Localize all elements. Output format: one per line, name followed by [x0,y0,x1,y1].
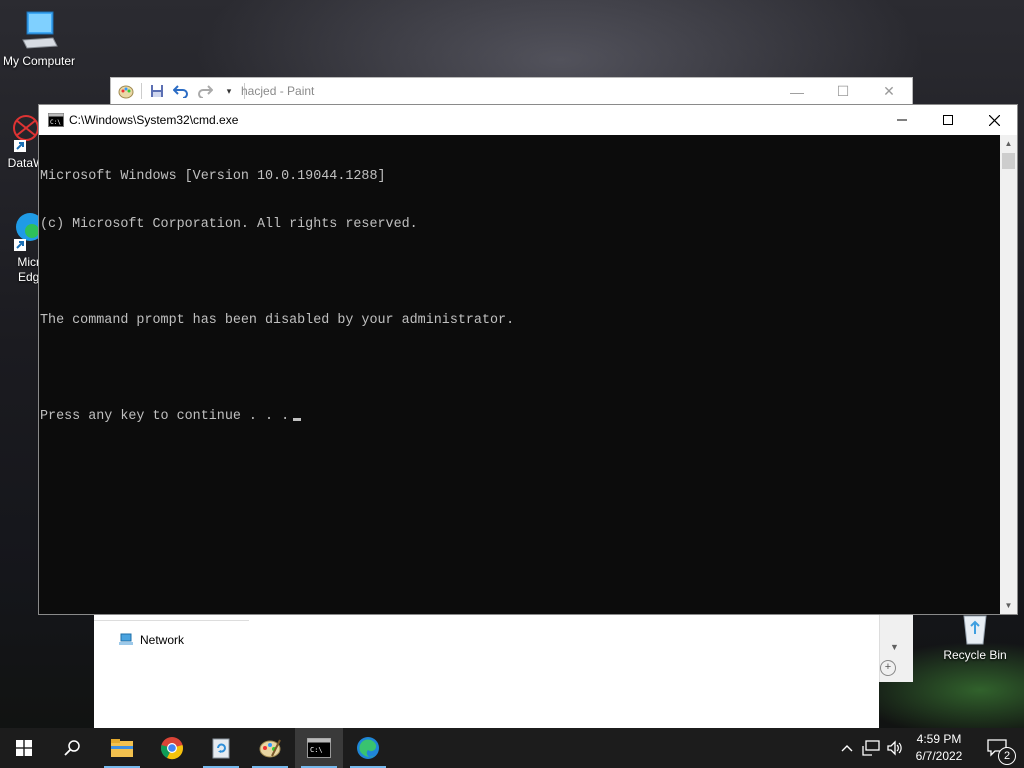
maximize-icon [943,115,953,125]
clock-date: 6/7/2022 [915,749,963,763]
show-hidden-icons-chevron-up-icon[interactable] [838,728,856,768]
network-label: Network [140,633,185,647]
cmd-minimize-button[interactable] [879,105,925,135]
paint-close-button[interactable]: ✕ [866,78,912,105]
volume-icon[interactable] [884,728,906,768]
system-clock[interactable]: 4:59 PM 6/7/2022 [906,731,972,765]
scroll-down-icon[interactable]: ▼ [1000,597,1017,614]
svg-text:C:\: C:\ [50,119,61,126]
text-cursor [293,418,302,421]
console-line: (c) Microsoft Corporation. All rights re… [40,217,418,232]
paint-maximize-button[interactable]: ☐ [820,78,866,105]
undo-icon[interactable] [172,82,190,100]
scroll-up-icon[interactable]: ▲ [1000,135,1017,152]
paint-minimize-button[interactable]: — [774,78,820,105]
desktop-icon-my-computer[interactable]: My Computer [0,10,78,68]
explorer-window-peek: Network [94,614,879,728]
edge-icon [357,737,379,759]
desktop-icon-label: My Computer [2,54,76,68]
explorer-divider [94,614,249,621]
cmd-scrollbar[interactable]: ▲ ▼ [1000,135,1017,614]
taskbar-chrome[interactable] [148,728,196,768]
search-icon [64,740,80,756]
paint-app-icon[interactable] [117,82,135,100]
cmd-icon: C:\ [307,738,331,758]
taskbar-cmd[interactable]: C:\ [295,728,343,768]
edge-icon [14,213,40,251]
network-icon [119,633,133,645]
nav-item-network[interactable]: Network [118,632,184,648]
paint-window-title: hacjed - Paint [241,84,315,98]
taskbar-file-explorer[interactable] [98,728,146,768]
search-button[interactable] [48,728,96,768]
explorer-scrollbar[interactable]: ▼ + [879,614,913,682]
cmd-titlebar[interactable]: C:\ C:\Windows\System32\cmd.exe [39,105,1017,135]
taskbar-paint[interactable] [246,728,294,768]
recycle-tool-icon [212,738,230,759]
svg-text:C:\: C:\ [310,746,323,754]
console-output[interactable]: Microsoft Windows [Version 10.0.19044.12… [39,135,1000,614]
datawrangler-icon [13,115,39,152]
console-line: Microsoft Windows [Version 10.0.19044.12… [40,169,386,184]
desktop-icon-label: Recycle Bin [943,648,1007,662]
minimize-icon [897,119,907,121]
close-icon [988,114,1000,126]
desktop-icon-edge[interactable]: Micro Edge [0,205,40,285]
console-prompt-line: Press any key to continue . . . [40,409,1000,425]
recycle-bin-icon [963,615,987,645]
cmd-window-title: C:\Windows\System32\cmd.exe [69,113,239,127]
file-explorer-icon [111,739,133,757]
cmd-maximize-button[interactable] [925,105,971,135]
windows-logo-icon [16,740,32,756]
cmd-window[interactable]: C:\ C:\Windows\System32\cmd.exe Microsof… [38,104,1018,615]
paint-icon [259,739,281,758]
customize-toolbar-icon[interactable]: ▾ [220,82,238,100]
taskbar-edge[interactable] [344,728,392,768]
scroll-thumb[interactable] [1002,153,1015,169]
console-line: The command prompt has been disabled by … [40,313,515,328]
desktop-icon-recycle-bin[interactable]: Recycle Bin [938,612,1012,662]
zoom-in-icon[interactable]: + [880,660,896,676]
action-center-button[interactable]: 2 [978,728,1018,768]
clock-time: 4:59 PM [916,732,962,746]
network-tray-icon[interactable] [860,728,882,768]
console-line: Press any key to continue . . . [40,409,290,424]
chrome-icon [161,737,183,760]
save-icon[interactable] [148,82,166,100]
desktop-icon-label: Micro [17,255,40,269]
qat-divider [141,83,142,99]
notification-count-badge: 2 [998,747,1016,765]
desktop-icon-label: DataW [7,156,40,170]
paint-window[interactable]: ▾ hacjed - Paint — ☐ ✕ [110,77,913,105]
taskbar-recycle-tool[interactable] [197,728,245,768]
chevron-down-icon[interactable]: ▼ [890,642,899,652]
desktop-icon-label: Edge [17,270,40,284]
quick-access-toolbar: ▾ [117,82,245,100]
redo-icon[interactable] [196,82,214,100]
computer-icon [22,11,58,49]
cmd-app-icon: C:\ [48,113,64,127]
taskbar: C:\ 4:59 PM 6/7/2022 2 [0,728,1024,768]
cmd-close-button[interactable] [971,105,1017,135]
desktop-icon-dataw[interactable]: DataW [0,110,40,170]
start-button[interactable] [0,728,48,768]
